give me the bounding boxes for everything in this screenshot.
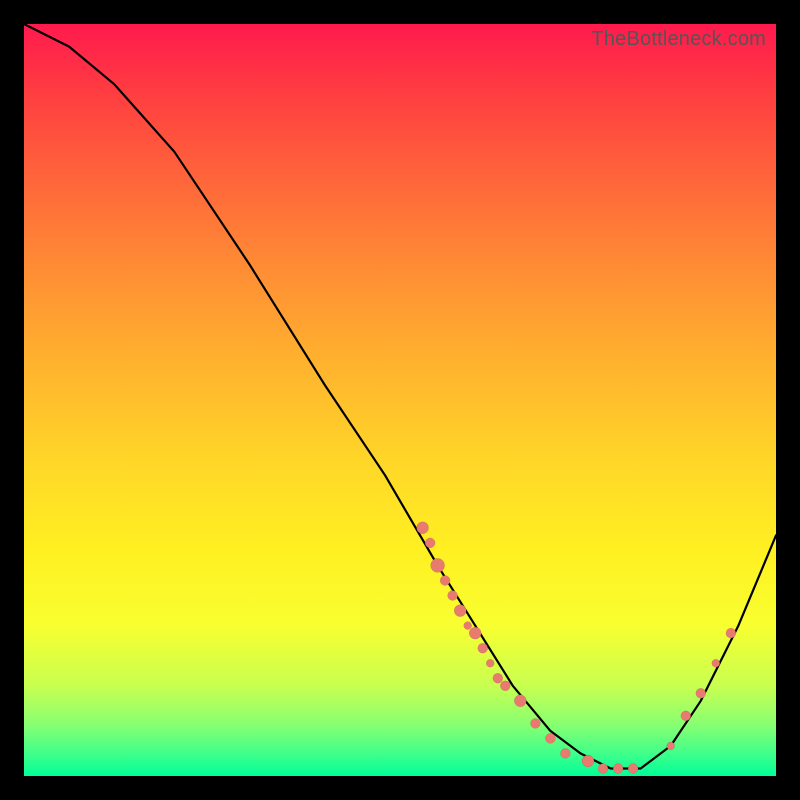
scatter-group bbox=[417, 522, 736, 774]
data-point bbox=[560, 748, 570, 758]
data-point bbox=[431, 558, 445, 572]
data-point bbox=[598, 764, 608, 774]
data-point bbox=[486, 659, 494, 667]
data-point bbox=[469, 627, 481, 639]
data-point bbox=[464, 622, 472, 630]
data-point bbox=[667, 742, 675, 750]
chart-svg bbox=[24, 24, 776, 776]
data-point bbox=[425, 538, 435, 548]
data-point bbox=[726, 628, 736, 638]
data-point bbox=[628, 764, 638, 774]
data-point bbox=[448, 591, 458, 601]
data-point bbox=[681, 711, 691, 721]
curve-path bbox=[24, 24, 776, 769]
data-point bbox=[454, 605, 466, 617]
data-point bbox=[545, 733, 555, 743]
watermark-text: TheBottleneck.com bbox=[591, 28, 766, 51]
chart-frame: TheBottleneck.com bbox=[24, 24, 776, 776]
data-point bbox=[500, 681, 510, 691]
data-point bbox=[493, 673, 503, 683]
data-point bbox=[613, 764, 623, 774]
data-point bbox=[440, 576, 450, 586]
data-point bbox=[478, 643, 488, 653]
data-point bbox=[582, 755, 594, 767]
data-point bbox=[712, 659, 720, 667]
data-point bbox=[514, 695, 526, 707]
data-point bbox=[530, 718, 540, 728]
data-point bbox=[696, 688, 706, 698]
data-point bbox=[417, 522, 429, 534]
